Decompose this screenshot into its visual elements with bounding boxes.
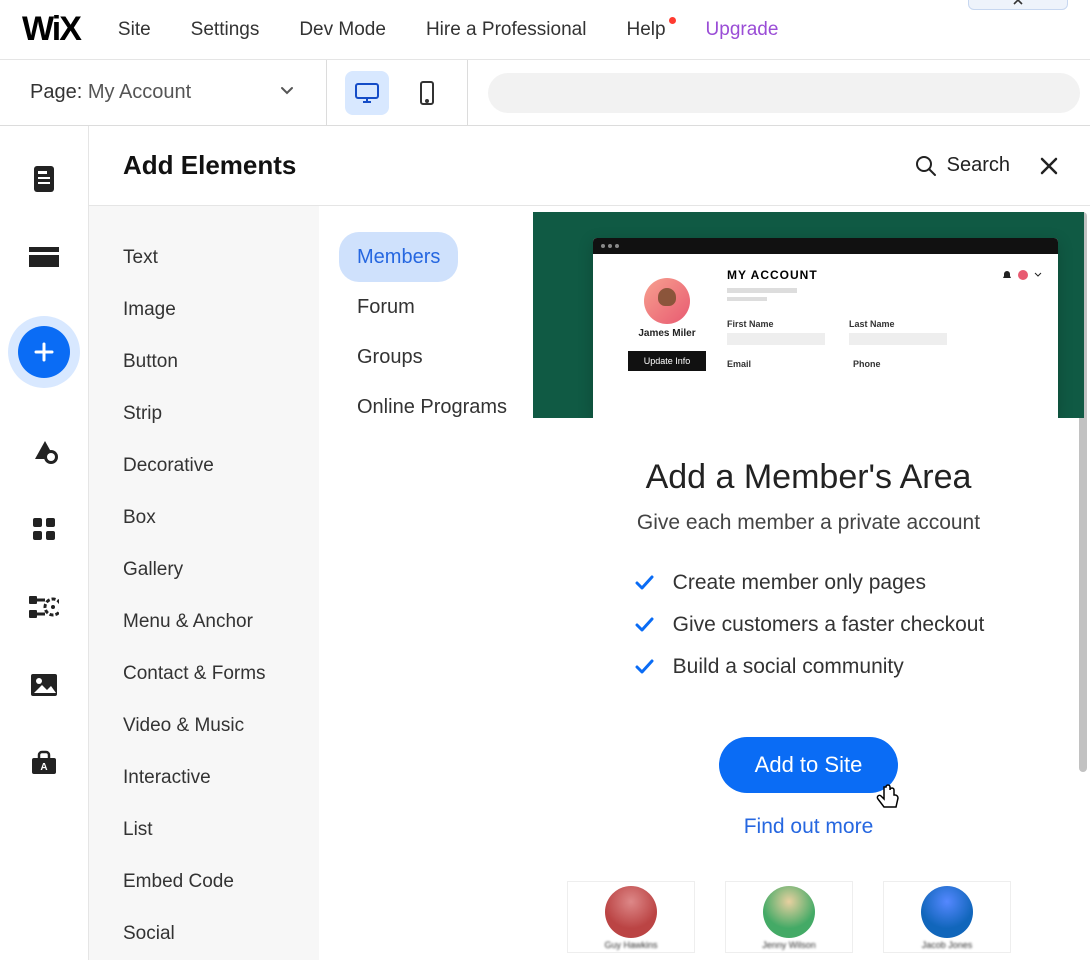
page-selector-name: My Account (88, 81, 191, 103)
subcategory-item[interactable]: Groups (339, 332, 441, 382)
check-icon (633, 614, 655, 636)
desktop-view-button[interactable] (345, 71, 389, 115)
member-name: Guy Hawkins (604, 940, 657, 950)
avatar-small-icon (1018, 270, 1028, 280)
category-item[interactable]: Button (109, 336, 192, 388)
category-item[interactable]: Decorative (109, 440, 228, 492)
rail-apps-icon[interactable] (29, 514, 59, 544)
preview-column: James Miler Update Info MY ACCOUNT (533, 206, 1090, 960)
nav-help[interactable]: Help (626, 19, 665, 41)
rail-add-button[interactable] (18, 326, 70, 378)
category-item[interactable]: Image (109, 284, 190, 336)
rail-pages-icon[interactable] (29, 164, 59, 194)
category-item[interactable]: Menu & Anchor (109, 596, 267, 648)
rail-media-icon[interactable] (29, 670, 59, 700)
panel-search-button[interactable]: Search (915, 154, 1010, 177)
close-icon (1039, 156, 1059, 176)
category-item[interactable]: Social (109, 908, 189, 960)
cursor-hand-icon (872, 781, 906, 815)
page-selector[interactable]: Page: My Account (0, 81, 326, 104)
member-preview-card[interactable]: Guy Hawkins (567, 881, 695, 953)
categories-column: TextImageButtonStripDecorativeBoxGallery… (89, 206, 319, 960)
feature-check-label: Give customers a faster checkout (673, 613, 985, 637)
mock-update-button: Update Info (628, 351, 707, 371)
member-preview-card[interactable]: Jacob Jones (883, 881, 1011, 953)
add-to-site-button[interactable]: Add to Site (719, 737, 899, 793)
top-search-input[interactable] (488, 73, 1080, 113)
page-selector-prefix: Page: (30, 81, 88, 103)
category-item[interactable]: Box (109, 492, 170, 544)
member-preview-card[interactable]: Jenny Wilson (725, 881, 853, 953)
feature-check-label: Build a social community (673, 655, 904, 679)
check-icon (633, 572, 655, 594)
rail-theme-icon[interactable] (29, 436, 59, 466)
mock-field-email: Email (727, 359, 751, 369)
mock-field-phone: Phone (853, 359, 881, 369)
nav-settings[interactable]: Settings (191, 19, 260, 41)
chevron-down-icon (278, 81, 296, 104)
nav-devmode[interactable]: Dev Mode (299, 19, 386, 41)
wix-logo[interactable]: WiX (22, 10, 80, 49)
svg-text:A: A (40, 762, 47, 773)
subcategory-item[interactable]: Forum (339, 282, 433, 332)
category-item[interactable]: Embed Code (109, 856, 248, 908)
member-name: Jenny Wilson (762, 940, 816, 950)
nav-help-label: Help (626, 19, 665, 40)
category-item[interactable]: Video & Music (109, 700, 258, 752)
notification-dot-icon (669, 17, 676, 24)
collapse-top-handle[interactable] (968, 0, 1068, 10)
subcategory-item[interactable]: Members (339, 232, 458, 282)
category-item[interactable]: Gallery (109, 544, 197, 596)
check-icon (633, 656, 655, 678)
category-item[interactable]: Contact & Forms (109, 648, 280, 700)
feature-check-label: Create member only pages (673, 571, 926, 595)
nav-site[interactable]: Site (118, 19, 151, 41)
left-rail: A (0, 126, 88, 960)
panel-search-label: Search (947, 154, 1010, 177)
chevron-down-icon (1034, 271, 1042, 279)
rail-plugins-icon[interactable] (29, 592, 59, 622)
bell-icon (1002, 270, 1012, 280)
mock-browser-chrome (593, 238, 1058, 254)
mock-account-title: MY ACCOUNT (727, 268, 818, 282)
find-out-more-link[interactable]: Find out more (563, 815, 1054, 839)
member-name: Jacob Jones (922, 940, 973, 950)
panel-title: Add Elements (123, 150, 296, 181)
member-avatar-icon (763, 886, 815, 938)
preview-hero: James Miler Update Info MY ACCOUNT (533, 212, 1084, 418)
category-item[interactable]: Strip (109, 388, 176, 440)
preview-headline: Add a Member's Area (563, 458, 1054, 497)
panel-close-button[interactable] (1038, 155, 1060, 177)
rail-section-icon[interactable] (29, 242, 59, 272)
rail-business-icon[interactable]: A (29, 748, 59, 778)
member-avatar-icon (921, 886, 973, 938)
feature-check-row: Give customers a faster checkout (633, 613, 985, 637)
feature-check-row: Build a social community (633, 655, 985, 679)
mock-field-firstname: First Name (727, 319, 825, 329)
search-icon (915, 155, 937, 177)
feature-check-row: Create member only pages (633, 571, 985, 595)
nav-upgrade[interactable]: Upgrade (706, 19, 779, 41)
subcategory-item[interactable]: Online Programs (339, 382, 525, 432)
preview-subhead: Give each member a private account (563, 511, 1054, 535)
mock-avatar-icon (644, 278, 690, 324)
category-item[interactable]: Interactive (109, 752, 225, 804)
mock-profile-name: James Miler (611, 328, 723, 339)
category-item[interactable]: List (109, 804, 167, 856)
mobile-view-button[interactable] (405, 71, 449, 115)
mock-field-lastname: Last Name (849, 319, 947, 329)
member-avatar-icon (605, 886, 657, 938)
add-to-site-label: Add to Site (755, 752, 863, 777)
nav-hire[interactable]: Hire a Professional (426, 19, 587, 41)
category-item[interactable]: Text (109, 232, 172, 284)
subcategories-column: MembersForumGroupsOnline Programs (319, 206, 533, 960)
